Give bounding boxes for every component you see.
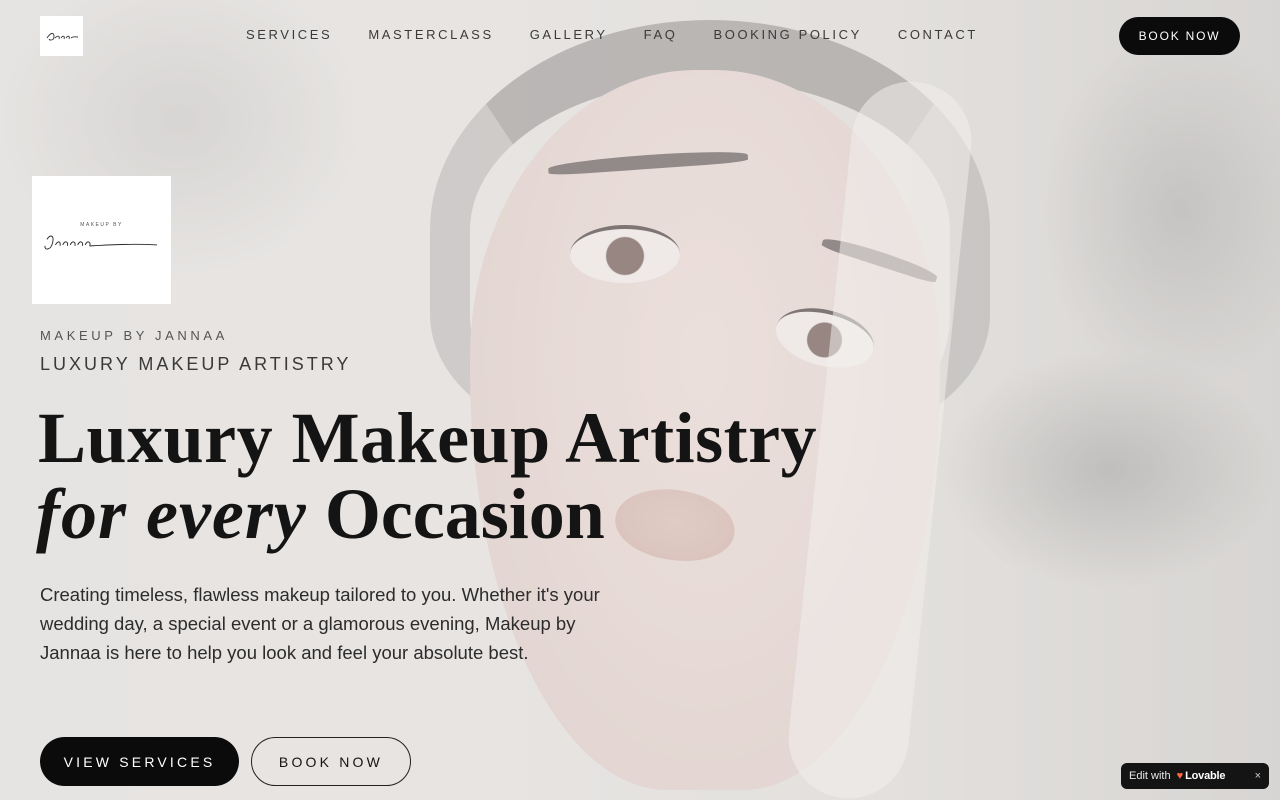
main-nav: SERVICES MASTERCLASS GALLERY FAQ BOOKING…	[246, 27, 1014, 42]
edit-with-lovable-badge[interactable]: Edit with ♥ Lovable ×	[1121, 763, 1269, 789]
nav-faq[interactable]: FAQ	[644, 27, 678, 42]
brand-logo-card: MAKEUP BY Jannaa	[32, 176, 171, 304]
nav-gallery[interactable]: GALLERY	[530, 27, 608, 42]
signature-logo-icon	[44, 235, 157, 250]
hero-eyebrow: MAKEUP BY JANNAA	[40, 328, 228, 343]
close-icon[interactable]: ×	[1255, 770, 1261, 782]
lovable-heart-icon: ♥	[1176, 770, 1184, 782]
header-book-now-button[interactable]: BOOK NOW	[1119, 17, 1240, 55]
hero-headline-script: for every	[36, 474, 307, 554]
badge-brand: Lovable	[1185, 770, 1226, 782]
hero-headline-line2: for every Occasion	[36, 474, 605, 554]
nav-services[interactable]: SERVICES	[246, 27, 332, 42]
nav-contact[interactable]: CONTACT	[898, 27, 978, 42]
signature-logo-icon	[46, 32, 78, 41]
nav-booking-policy[interactable]: BOOKING POLICY	[713, 27, 861, 42]
view-services-button[interactable]: VIEW SERVICES	[40, 737, 239, 786]
hero-subhead: LUXURY MAKEUP ARTISTRY	[40, 354, 352, 374]
header-logo[interactable]	[40, 16, 83, 56]
hero-book-now-button[interactable]: BOOK NOW	[251, 737, 411, 786]
nav-masterclass[interactable]: MASTERCLASS	[368, 27, 493, 42]
site-header: SERVICES MASTERCLASS GALLERY FAQ BOOKING…	[0, 0, 1280, 72]
logo-tagline: MAKEUP BY	[80, 222, 123, 228]
hero-headline-line1: Luxury Makeup Artistry	[38, 398, 818, 478]
badge-edit-text: Edit with	[1129, 770, 1171, 782]
hero-headline-rest: Occasion	[324, 474, 605, 554]
hero-description: Creating timeless, flawless makeup tailo…	[40, 584, 600, 663]
